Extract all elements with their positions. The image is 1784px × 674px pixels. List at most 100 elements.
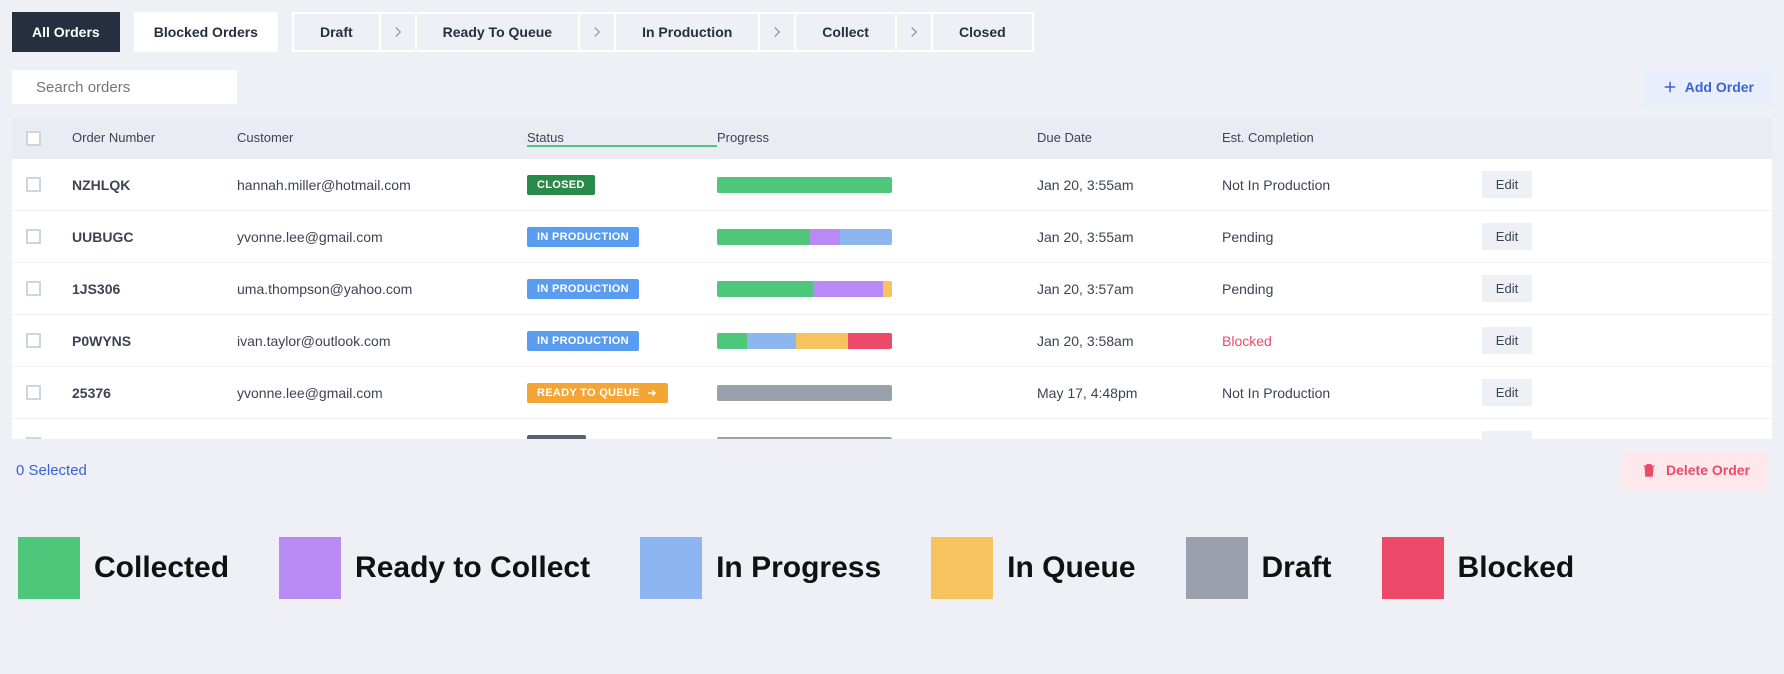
legend-label: Ready to Collect xyxy=(355,552,590,584)
edit-button[interactable]: Edit xyxy=(1482,275,1532,302)
legend: Collected Ready to Collect In Progress In Q… xyxy=(12,533,1772,603)
stage-draft[interactable]: Draft xyxy=(294,14,381,50)
stage-collect[interactable]: Collect xyxy=(796,14,897,50)
est-completion: Not In Production xyxy=(1222,385,1472,401)
legend-label: Collected xyxy=(94,552,229,584)
order-number: UHN6DX xyxy=(72,437,237,440)
select-all-checkbox[interactable] xyxy=(26,131,41,146)
customer-email: ivan.taylor@outlook.com xyxy=(237,333,527,349)
stage-in-production[interactable]: In Production xyxy=(616,14,760,50)
progress-segment xyxy=(747,333,796,349)
progress-segment xyxy=(717,333,747,349)
est-completion: Not In Production xyxy=(1222,437,1472,440)
status-badge: IN PRODUCTION xyxy=(527,227,639,247)
legend-label: Draft xyxy=(1262,552,1332,584)
row-checkbox[interactable] xyxy=(26,385,41,400)
order-number: NZHLQK xyxy=(72,177,237,193)
progress-bar xyxy=(717,177,892,193)
col-progress[interactable]: Progress xyxy=(717,130,1037,147)
filter-row: All Orders Blocked Orders Draft Ready To … xyxy=(12,12,1772,52)
plus-icon xyxy=(1661,78,1679,96)
tab-blocked-orders[interactable]: Blocked Orders xyxy=(134,12,278,52)
est-completion: Pending xyxy=(1222,229,1472,245)
edit-button[interactable]: Edit xyxy=(1482,431,1532,439)
edit-button[interactable]: Edit xyxy=(1482,327,1532,354)
orders-table: Order Number Customer Status Progress Du… xyxy=(12,118,1772,439)
progress-segment xyxy=(717,385,892,401)
col-order-number[interactable]: Order Number xyxy=(72,130,237,147)
legend-item: In Progress xyxy=(640,537,881,599)
progress-segment xyxy=(810,229,840,245)
legend-label: In Progress xyxy=(716,552,881,584)
legend-swatch xyxy=(1382,537,1444,599)
delete-order-button[interactable]: Delete Order xyxy=(1622,451,1768,489)
due-date: Jan 20, 3:57am xyxy=(1037,281,1222,297)
status-badge: CLOSED xyxy=(527,175,595,195)
row-checkbox[interactable] xyxy=(26,281,41,296)
status-badge: READY TO QUEUE xyxy=(527,383,668,403)
col-est-completion[interactable]: Est. Completion xyxy=(1222,130,1472,147)
table-row: 1JS306uma.thompson@yahoo.comIN PRODUCTIO… xyxy=(12,263,1772,315)
due-date: May 17, 4:48pm xyxy=(1037,385,1222,401)
row-checkbox[interactable] xyxy=(26,177,41,192)
table-row: NZHLQKhannah.miller@hotmail.comCLOSEDJan… xyxy=(12,159,1772,211)
edit-button[interactable]: Edit xyxy=(1482,223,1532,250)
edit-button[interactable]: Edit xyxy=(1482,171,1532,198)
est-completion: Blocked xyxy=(1222,333,1472,349)
selection-count: 0 Selected xyxy=(16,462,87,479)
progress-segment xyxy=(717,437,892,440)
progress-segment xyxy=(848,333,892,349)
progress-segment xyxy=(796,333,849,349)
progress-segment xyxy=(813,281,883,297)
order-number: 25376 xyxy=(72,385,237,401)
legend-swatch xyxy=(279,537,341,599)
est-completion: Pending xyxy=(1222,281,1472,297)
chevron-right-icon xyxy=(897,14,933,50)
progress-segment xyxy=(883,281,892,297)
progress-bar xyxy=(717,281,892,297)
order-number: P0WYNS xyxy=(72,333,237,349)
col-status[interactable]: Status xyxy=(527,130,717,147)
status-badge: IN PRODUCTION xyxy=(527,279,639,299)
stage-closed[interactable]: Closed xyxy=(933,14,1032,50)
tab-all-orders[interactable]: All Orders xyxy=(12,12,120,52)
toolbar: Add Order xyxy=(12,68,1772,106)
add-order-button[interactable]: Add Order xyxy=(1643,68,1772,106)
customer-email: hannah.miller@hotmail.com xyxy=(237,177,527,193)
legend-label: In Queue xyxy=(1007,552,1135,584)
delete-order-label: Delete Order xyxy=(1666,462,1750,478)
order-number: 1JS306 xyxy=(72,281,237,297)
legend-item: Draft xyxy=(1186,537,1332,599)
customer-email: yvonne.lee@gmail.com xyxy=(237,229,527,245)
progress-bar xyxy=(717,437,892,440)
legend-item: Blocked xyxy=(1382,537,1575,599)
progress-segment xyxy=(717,281,813,297)
search-box[interactable] xyxy=(12,70,237,104)
progress-segment xyxy=(717,177,892,193)
customer-email: uma.thompson@yahoo.com xyxy=(237,281,527,297)
due-date: Jan 20, 4:50am xyxy=(1037,437,1222,440)
col-due-date[interactable]: Due Date xyxy=(1037,130,1222,147)
due-date: Jan 20, 3:55am xyxy=(1037,229,1222,245)
row-checkbox[interactable] xyxy=(26,333,41,348)
table-footer: 0 Selected Delete Order xyxy=(12,439,1772,493)
add-order-label: Add Order xyxy=(1685,79,1754,95)
status-badge: IN PRODUCTION xyxy=(527,331,639,351)
col-customer[interactable]: Customer xyxy=(237,130,527,147)
search-input[interactable] xyxy=(36,79,235,96)
stage-ready-to-queue[interactable]: Ready To Queue xyxy=(417,14,580,50)
stage-filter-group: Draft Ready To Queue In Production Collect C… xyxy=(292,12,1034,52)
progress-bar xyxy=(717,385,892,401)
row-checkbox[interactable] xyxy=(26,229,41,244)
row-checkbox[interactable] xyxy=(26,437,41,439)
legend-swatch xyxy=(1186,537,1248,599)
legend-item: Collected xyxy=(18,537,229,599)
table-row: 25376yvonne.lee@gmail.comREADY TO QUEUE … xyxy=(12,367,1772,419)
legend-swatch xyxy=(640,537,702,599)
customer-email: quinn.lewis@gmail.com xyxy=(237,437,527,440)
table-row: UHN6DXquinn.lewis@gmail.comDRAFTJan 20, … xyxy=(12,419,1772,439)
legend-label: Blocked xyxy=(1458,552,1575,584)
legend-swatch xyxy=(931,537,993,599)
chevron-right-icon xyxy=(381,14,417,50)
edit-button[interactable]: Edit xyxy=(1482,379,1532,406)
